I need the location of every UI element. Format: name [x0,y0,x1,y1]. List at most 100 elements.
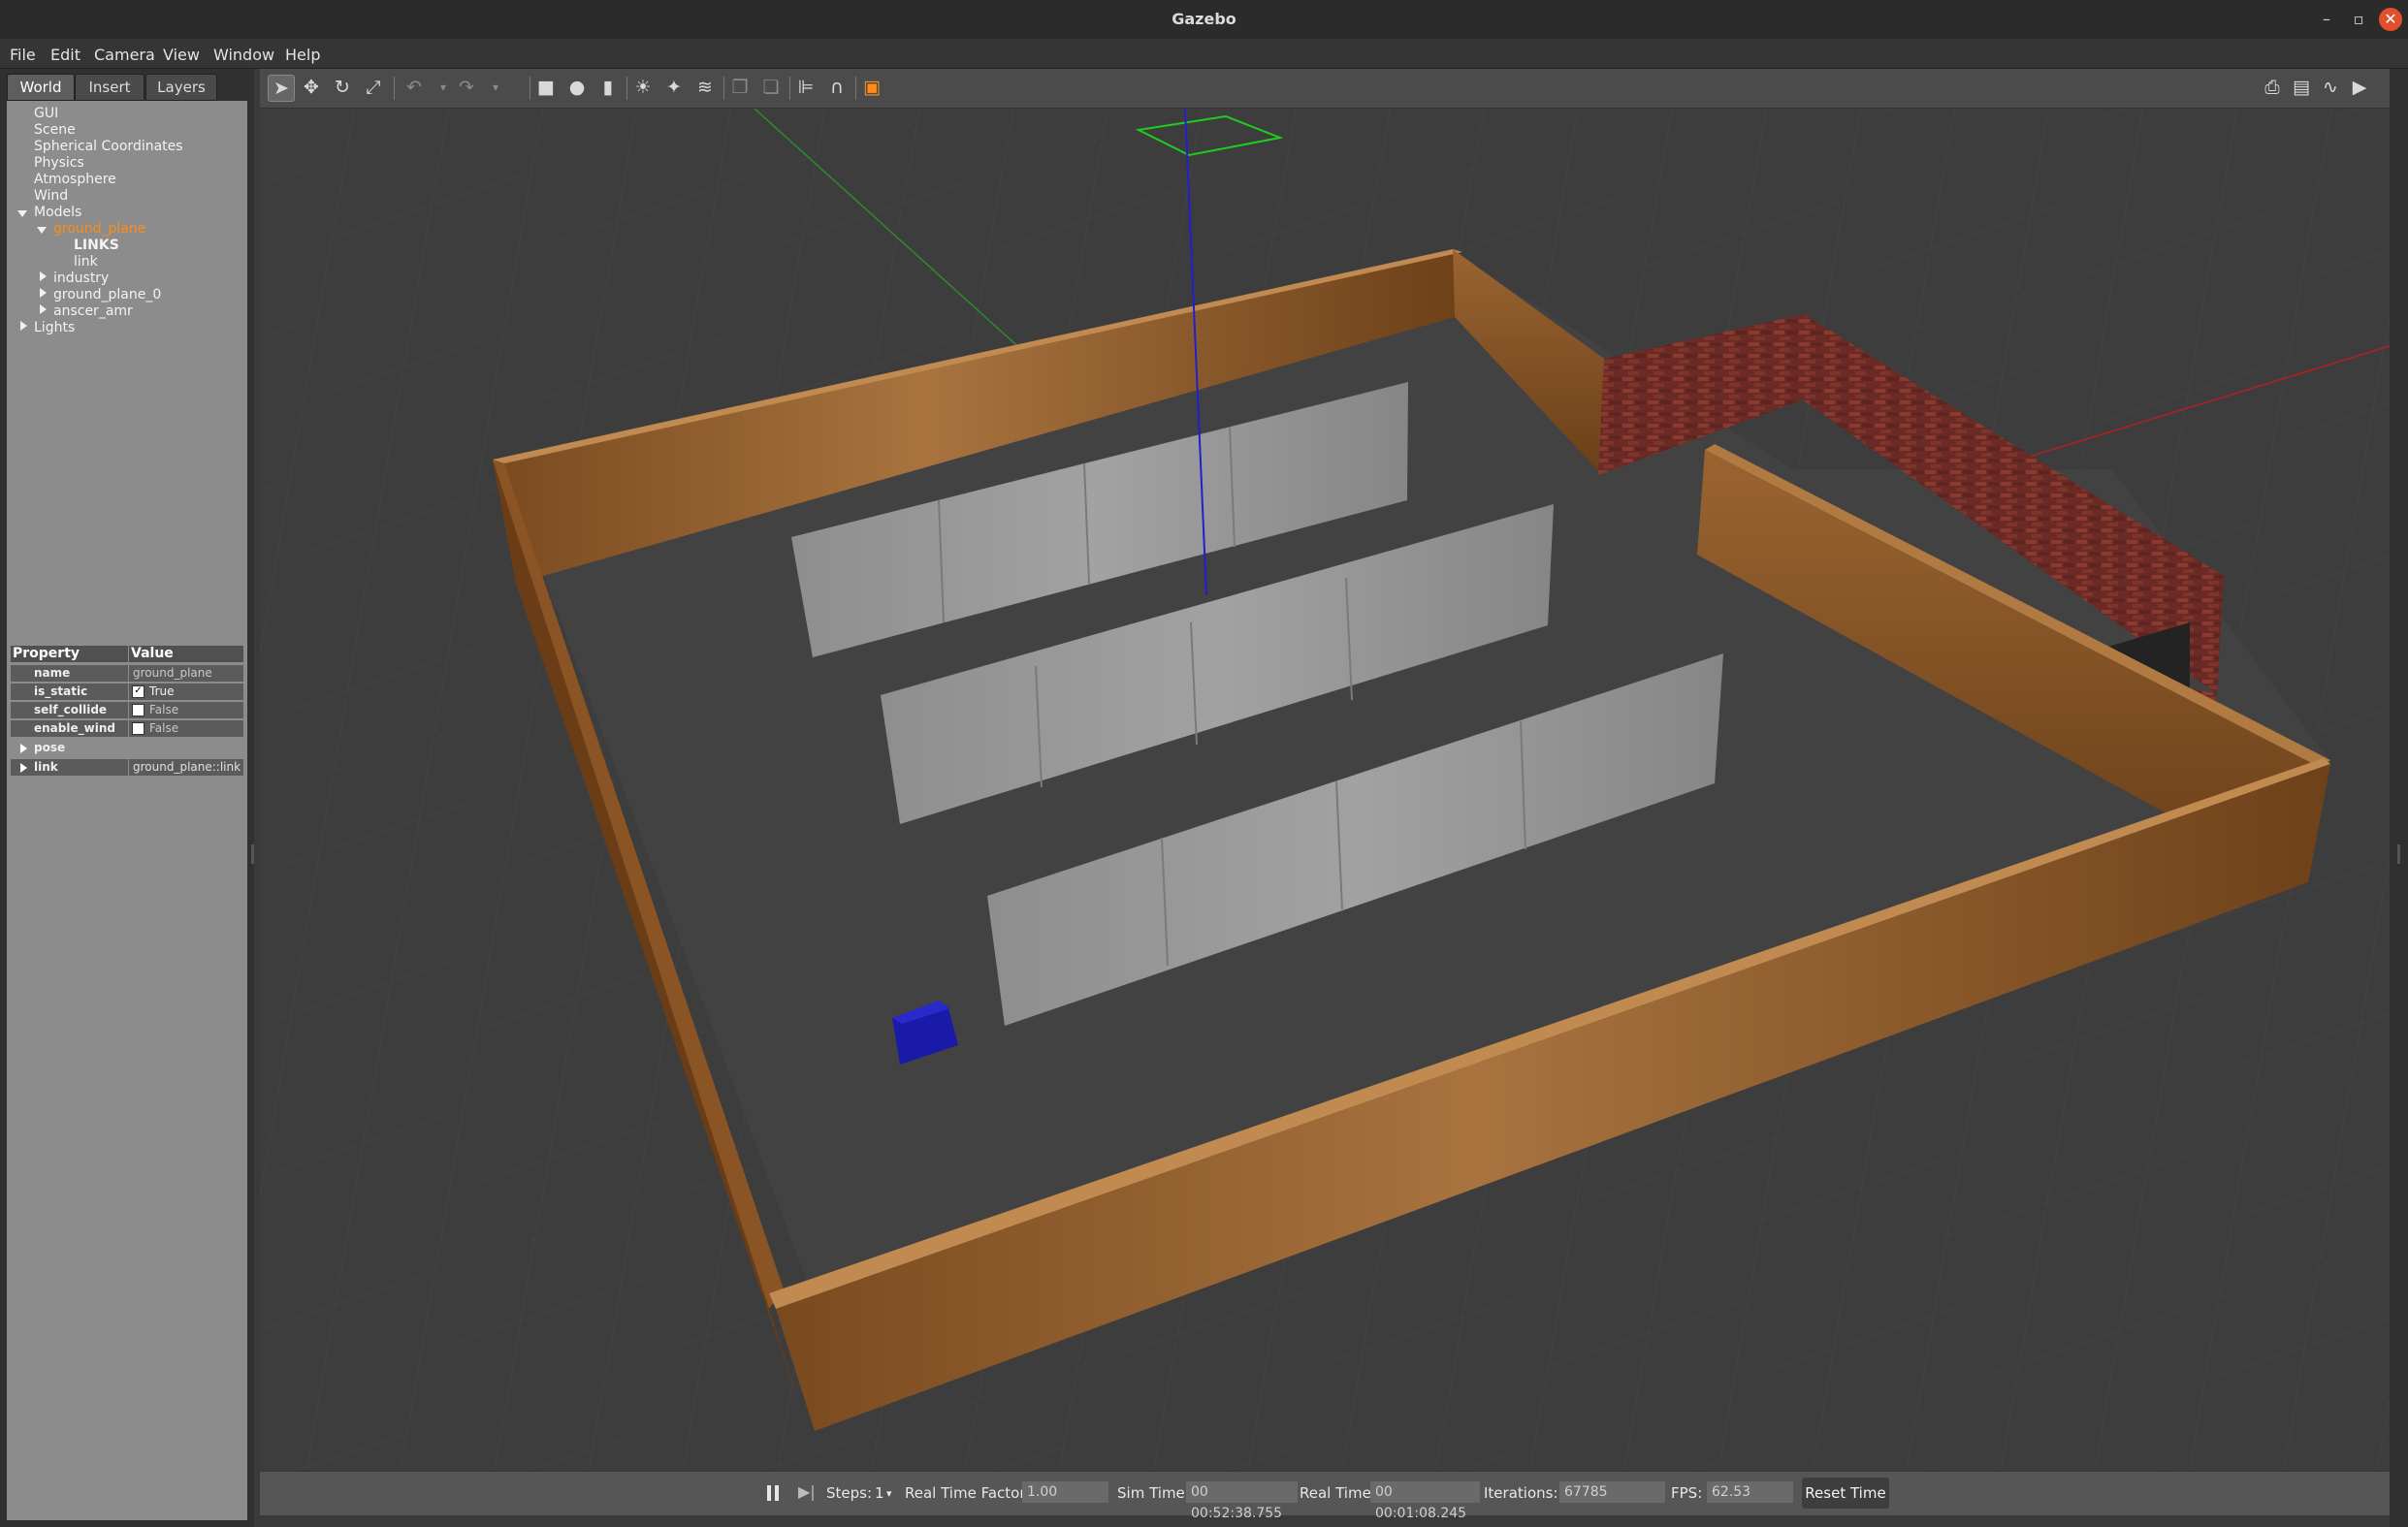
property-value-is-static: ✓ True [129,684,243,700]
tree-item-ground-plane[interactable]: ground_plane [53,221,145,237]
translate-mode-icon[interactable]: ✥ [299,75,324,100]
toolbar-separator [626,77,627,100]
step-forward-icon[interactable]: ▶| [798,1482,816,1501]
tree-item-links-header: LINKS [74,238,119,253]
undo-icon[interactable]: ↶ [401,75,427,100]
tree-item-anscer-amr[interactable]: anscer_amr [53,303,133,319]
expand-right-icon[interactable] [20,321,27,331]
screenshot-camera-icon[interactable]: ⎙ [2260,75,2285,100]
pause-icon [775,1485,779,1501]
toolbar-separator [394,77,395,100]
video-record-icon[interactable]: ▶ [2347,75,2372,100]
menu-camera[interactable]: Camera [94,46,155,64]
enable-wind-value-text: False [149,721,179,735]
snap-magnet-icon[interactable]: ∩ [824,75,850,100]
steps-label: Steps: [826,1484,873,1502]
expand-right-icon[interactable] [40,304,47,314]
expand-down-icon[interactable] [37,227,47,234]
tree-item-wind[interactable]: Wind [34,188,68,204]
rotate-mode-icon[interactable]: ↻ [330,75,355,100]
plot-icon[interactable]: ∿ [2318,75,2343,100]
property-row-enable-wind: enable_wind False [11,720,243,738]
panel-splitter-handle[interactable] [251,844,254,864]
sphere-shape-icon[interactable]: ● [564,75,590,100]
real-time-factor-value: 1.00 [1022,1481,1108,1503]
property-row-is-static: is_static ✓ True [11,684,243,701]
right-panel-collapsed [2390,69,2408,1527]
tree-item-scene[interactable]: Scene [34,122,76,138]
sim-time-label: Sim Time: [1117,1484,1190,1502]
property-value-self-collide: False [129,702,243,718]
cylinder-shape-icon[interactable]: ▮ [595,75,621,100]
tab-insert[interactable]: Insert [75,74,144,101]
undo-dropdown-icon[interactable]: ▾ [431,75,456,100]
world-tree: GUI Scene Spherical Coordinates Physics … [7,101,247,605]
copy-icon[interactable]: ❐ [727,75,753,100]
menu-help[interactable]: Help [285,46,320,64]
expand-right-icon[interactable] [20,763,27,773]
property-column-header: Property [11,646,128,662]
menu-edit[interactable]: Edit [50,46,80,64]
steps-spinbox[interactable]: 1 [875,1484,884,1502]
box-shape-icon[interactable]: ■ [533,75,559,100]
property-row-name: name ground_plane [11,665,243,683]
property-label: enable_wind [11,720,128,737]
scene-render[interactable] [260,109,2390,1470]
redo-icon[interactable]: ↷ [454,75,479,100]
minimize-button[interactable]: – [2315,8,2338,31]
directional-light-icon[interactable]: ≋ [692,75,718,100]
property-label: pose [11,740,128,756]
expand-right-icon[interactable] [40,288,47,298]
align-icon[interactable]: ⊫ [793,75,819,100]
expand-right-icon[interactable] [20,744,27,753]
toolbar-separator [723,77,724,100]
redo-dropdown-icon[interactable]: ▾ [483,75,508,100]
tree-item-link[interactable]: link [74,254,98,270]
iterations-value: 67785 [1559,1481,1665,1503]
right-panel-splitter-handle[interactable] [2397,844,2400,864]
tab-world[interactable]: World [7,74,75,101]
log-save-icon[interactable]: ▤ [2289,75,2314,100]
property-row-link[interactable]: link ground_plane::link [11,759,243,777]
self-collide-checkbox[interactable] [132,704,144,716]
select-mode-icon[interactable]: ➤ [268,75,295,102]
tree-item-spherical-coordinates[interactable]: Spherical Coordinates [34,139,183,154]
paste-icon[interactable]: ❏ [758,75,784,100]
spot-light-icon[interactable]: ✦ [661,75,687,100]
restore-button[interactable]: ▫ [2347,8,2370,31]
property-header-row: Property Value [11,646,243,663]
tree-item-industry[interactable]: industry [53,270,109,286]
tab-layers[interactable]: Layers [145,74,217,101]
property-row-pose[interactable]: pose [11,740,243,757]
expand-down-icon[interactable] [17,210,27,217]
tree-item-gui[interactable]: GUI [34,106,58,121]
expand-right-icon[interactable] [40,271,47,281]
steps-dropdown-icon[interactable]: ▾ [886,1487,892,1500]
change-view-angle-icon[interactable]: ▣ [859,75,884,100]
fps-label: FPS: [1671,1484,1703,1502]
status-bar: ▶| Steps: 1 ▾ Real Time Factor: 1.00 Sim… [260,1472,2390,1521]
scale-mode-icon[interactable]: ⤢ [361,75,386,100]
property-value-name[interactable]: ground_plane [129,665,243,682]
tree-item-ground-plane-0[interactable]: ground_plane_0 [53,287,161,302]
is-static-checkbox[interactable]: ✓ [132,685,144,698]
pause-button[interactable] [764,1483,782,1503]
point-light-icon[interactable]: ☀ [630,75,656,100]
menu-view[interactable]: View [163,46,200,64]
property-label: link [11,759,128,776]
menu-file[interactable]: File [10,46,36,64]
menu-window[interactable]: Window [213,46,274,64]
close-button[interactable]: ✕ [2379,8,2402,31]
tree-item-physics[interactable]: Physics [34,155,84,171]
property-value-link: ground_plane::link [129,759,243,776]
sim-time-value: 00 00:52:38.755 [1186,1481,1298,1521]
3d-viewport[interactable] [260,109,2390,1470]
tree-item-atmosphere[interactable]: Atmosphere [34,172,116,187]
tree-item-models[interactable]: Models [34,205,81,220]
tree-item-lights[interactable]: Lights [34,320,75,335]
property-table: Property Value name ground_plane is_stat… [7,605,247,1520]
reset-time-button[interactable]: Reset Time [1802,1478,1889,1509]
enable-wind-checkbox[interactable] [132,722,144,735]
is-static-value-text: True [149,684,175,698]
toolbar-separator [855,77,856,100]
